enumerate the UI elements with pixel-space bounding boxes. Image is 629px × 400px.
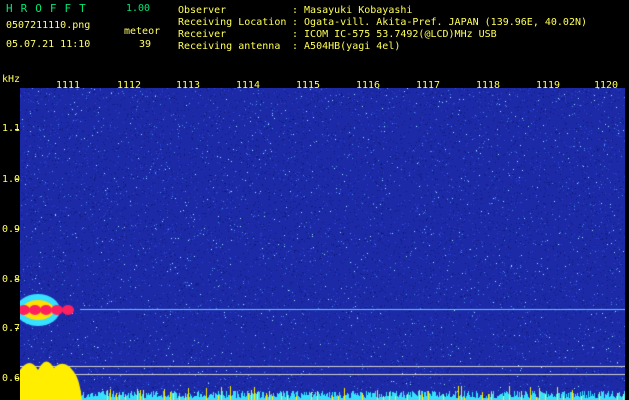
y-axis-tick: [15, 378, 19, 379]
file-datetime: 05.07.21 11:10: [6, 39, 91, 50]
y-axis-unit: kHz: [2, 74, 21, 85]
y-axis-tick: [15, 229, 19, 230]
meteor-count: 39: [139, 39, 152, 50]
hrofft-window: HROFFT 1.00 0507211110.png 05.07.21 11:1…: [0, 0, 629, 400]
location-value: : Ogata-vill. Akita-Pref. JAPAN (139.96E…: [292, 17, 588, 28]
observer-label: Observer: [178, 5, 227, 16]
y-axis-tick: [15, 328, 19, 329]
y-axis-tick: [15, 129, 19, 130]
y-axis-tick: [15, 279, 19, 280]
y-axis-tick: [15, 179, 19, 180]
app-version: 1.00: [126, 3, 151, 14]
observer-value: : Masayuki Kobayashi: [292, 5, 413, 16]
receiver-value: : ICOM IC-575 53.7492(@LCD)MHz USB: [292, 29, 497, 40]
receiver-label: Receiver: [178, 29, 227, 40]
spectrogram-canvas: [20, 88, 625, 400]
app-title: HROFFT: [6, 2, 94, 15]
meteor-label: meteor: [124, 26, 161, 37]
antenna-value: : A504HB(yagi 4el): [292, 41, 401, 52]
location-label: Receiving Location: [178, 17, 287, 28]
file-name: 0507211110.png: [6, 20, 91, 31]
antenna-label: Receiving antenna: [178, 41, 281, 52]
